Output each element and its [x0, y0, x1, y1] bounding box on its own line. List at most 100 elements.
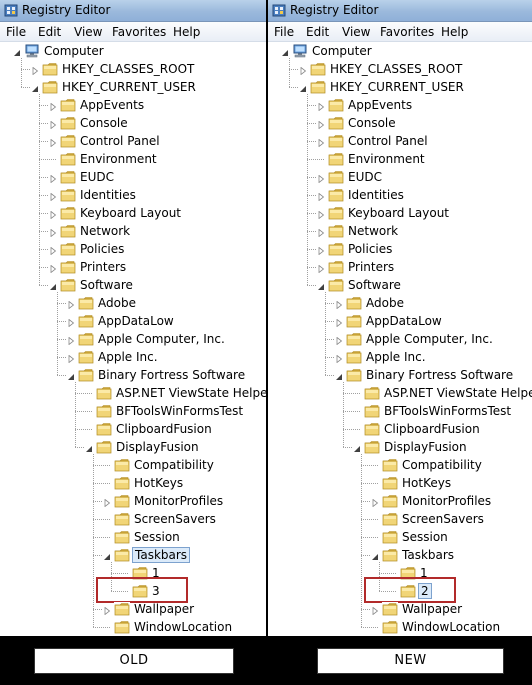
tree-node[interactable]: ASP.NET ViewState Helper	[268, 384, 532, 402]
expand-arrow-icon[interactable]	[103, 497, 111, 508]
tree-node[interactable]: Binary Fortress Software	[268, 366, 532, 384]
tree-node[interactable]: DisplayFusion	[0, 438, 266, 456]
tree-node[interactable]: ScreenSavers	[268, 510, 532, 528]
tree-node[interactable]: Control Panel	[268, 132, 532, 150]
tree-node[interactable]: Identities	[268, 186, 532, 204]
expand-arrow-icon[interactable]	[49, 119, 57, 130]
collapse-arrow-icon[interactable]	[299, 83, 307, 92]
expand-arrow-icon[interactable]	[335, 299, 343, 310]
tree-node[interactable]: Control Panel	[0, 132, 266, 150]
expand-arrow-icon[interactable]	[371, 497, 379, 508]
collapse-arrow-icon[interactable]	[335, 371, 343, 380]
expand-arrow-icon[interactable]	[103, 605, 111, 616]
menu-favorites[interactable]: Favorites	[112, 25, 166, 39]
expand-arrow-icon[interactable]	[317, 209, 325, 220]
tree-node[interactable]: MonitorProfiles	[0, 492, 266, 510]
tree-node[interactable]: Wallpaper	[0, 600, 266, 618]
expand-arrow-icon[interactable]	[49, 101, 57, 112]
menu-view[interactable]: View	[74, 25, 102, 39]
expand-arrow-icon[interactable]	[371, 605, 379, 616]
tree-node[interactable]: Apple Computer, Inc.	[268, 330, 532, 348]
tree-node[interactable]: Taskbars	[268, 546, 532, 564]
tree-node[interactable]: Apple Computer, Inc.	[0, 330, 266, 348]
expand-arrow-icon[interactable]	[335, 335, 343, 346]
tree-node[interactable]: HKEY_CLASSES_ROOT	[0, 60, 266, 78]
expand-arrow-icon[interactable]	[299, 65, 307, 76]
tree-node[interactable]: Policies	[268, 240, 532, 258]
menu-file[interactable]: File	[274, 25, 294, 39]
collapse-arrow-icon[interactable]	[67, 371, 75, 380]
expand-arrow-icon[interactable]	[67, 335, 75, 346]
tree-node[interactable]: BFToolsWinFormsTest	[0, 402, 266, 420]
tree-node[interactable]: WindowLocation	[0, 618, 266, 636]
tree-node[interactable]: Compatibility	[268, 456, 532, 474]
expand-arrow-icon[interactable]	[49, 137, 57, 148]
tree-node[interactable]: Adobe	[0, 294, 266, 312]
tree-node[interactable]: HKEY_CLASSES_ROOT	[268, 60, 532, 78]
collapse-arrow-icon[interactable]	[353, 443, 361, 452]
collapse-arrow-icon[interactable]	[317, 281, 325, 290]
tree-node[interactable]: Adobe	[268, 294, 532, 312]
tree-node[interactable]: ScreenSavers	[0, 510, 266, 528]
tree-node[interactable]: HotKeys	[0, 474, 266, 492]
expand-arrow-icon[interactable]	[335, 353, 343, 364]
expand-arrow-icon[interactable]	[317, 137, 325, 148]
tree-node[interactable]: Session	[268, 528, 532, 546]
tree-node[interactable]: Environment	[0, 150, 266, 168]
tree-node[interactable]: ClipboardFusion	[0, 420, 266, 438]
tree-node[interactable]: Apple Inc.	[268, 348, 532, 366]
collapse-arrow-icon[interactable]	[49, 281, 57, 290]
tree-node[interactable]: BFToolsWinFormsTest	[268, 402, 532, 420]
tree-node[interactable]: ClipboardFusion	[268, 420, 532, 438]
tree-node[interactable]: HotKeys	[268, 474, 532, 492]
tree-node[interactable]: EUDC	[268, 168, 532, 186]
expand-arrow-icon[interactable]	[317, 101, 325, 112]
tree-node[interactable]: Software	[268, 276, 532, 294]
collapse-arrow-icon[interactable]	[31, 83, 39, 92]
expand-arrow-icon[interactable]	[317, 191, 325, 202]
tree-node[interactable]: Taskbars	[0, 546, 266, 564]
expand-arrow-icon[interactable]	[335, 317, 343, 328]
tree-node[interactable]: Computer	[268, 42, 532, 60]
tree-node[interactable]: Binary Fortress Software	[0, 366, 266, 384]
tree-node[interactable]: HKEY_CURRENT_USER	[268, 78, 532, 96]
tree-node[interactable]: ASP.NET ViewState Helper	[0, 384, 266, 402]
tree-node[interactable]: Printers	[0, 258, 266, 276]
tree-node[interactable]: Session	[0, 528, 266, 546]
expand-arrow-icon[interactable]	[49, 227, 57, 238]
tree-node[interactable]: Keyboard Layout	[0, 204, 266, 222]
tree-node[interactable]: MonitorProfiles	[268, 492, 532, 510]
tree-node[interactable]: Network	[0, 222, 266, 240]
expand-arrow-icon[interactable]	[31, 65, 39, 76]
expand-arrow-icon[interactable]	[49, 263, 57, 274]
collapse-arrow-icon[interactable]	[371, 551, 379, 560]
tree-node[interactable]: Keyboard Layout	[268, 204, 532, 222]
tree-node[interactable]: AppEvents	[268, 96, 532, 114]
tree-node[interactable]: WindowLocation	[268, 618, 532, 636]
expand-arrow-icon[interactable]	[49, 173, 57, 184]
expand-arrow-icon[interactable]	[317, 119, 325, 130]
registry-tree[interactable]: Computer HKEY_CLASSES_ROOT HKEY_CURRENT_US…	[268, 42, 532, 636]
menu-view[interactable]: View	[342, 25, 370, 39]
expand-arrow-icon[interactable]	[67, 299, 75, 310]
collapse-arrow-icon[interactable]	[85, 443, 93, 452]
collapse-arrow-icon[interactable]	[281, 47, 289, 56]
tree-node[interactable]: Identities	[0, 186, 266, 204]
tree-node[interactable]: EUDC	[0, 168, 266, 186]
menu-edit[interactable]: Edit	[306, 25, 329, 39]
expand-arrow-icon[interactable]	[317, 245, 325, 256]
expand-arrow-icon[interactable]	[317, 263, 325, 274]
tree-node[interactable]: AppEvents	[0, 96, 266, 114]
tree-node[interactable]: DisplayFusion	[268, 438, 532, 456]
expand-arrow-icon[interactable]	[317, 227, 325, 238]
tree-node[interactable]: Environment	[268, 150, 532, 168]
expand-arrow-icon[interactable]	[317, 173, 325, 184]
expand-arrow-icon[interactable]	[49, 209, 57, 220]
tree-node[interactable]: Printers	[268, 258, 532, 276]
menu-file[interactable]: File	[6, 25, 26, 39]
tree-node[interactable]: Computer	[0, 42, 266, 60]
collapse-arrow-icon[interactable]	[103, 551, 111, 560]
expand-arrow-icon[interactable]	[49, 245, 57, 256]
tree-node[interactable]: AppDataLow	[0, 312, 266, 330]
expand-arrow-icon[interactable]	[67, 353, 75, 364]
